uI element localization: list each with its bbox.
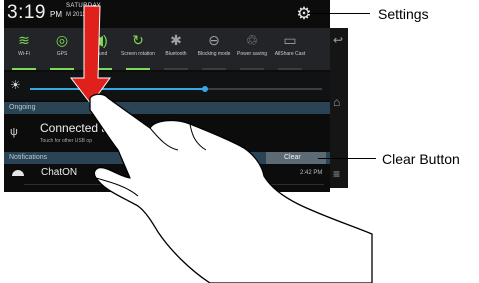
hand-icon: [89, 93, 373, 283]
swipe-down-arrow: [69, 5, 111, 105]
swipe-gesture-illustration: [69, 5, 373, 283]
